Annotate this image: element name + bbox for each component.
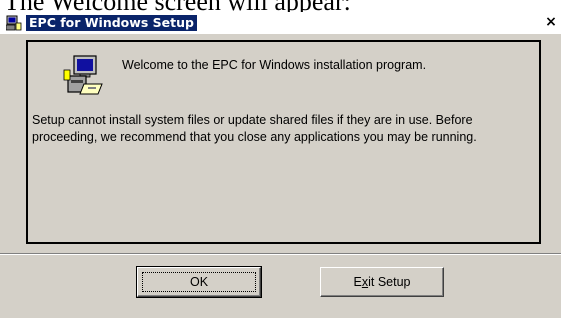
exit-setup-button[interactable]: Exit Setup (320, 267, 444, 297)
close-icon[interactable]: × (543, 13, 559, 31)
separator (0, 253, 563, 255)
focus-rectangle (142, 272, 256, 292)
computer-setup-icon (6, 15, 22, 31)
setup-dialog: EPC for Windows Setup × Welcome to the E… (0, 12, 563, 318)
computer-disk-setup-icon (63, 55, 103, 95)
exit-setup-label: Exit Setup (353, 275, 411, 289)
title-bar[interactable]: EPC for Windows Setup × (0, 12, 563, 34)
ok-button[interactable]: OK (136, 266, 262, 298)
window-title: EPC for Windows Setup (26, 15, 197, 31)
welcome-panel: Welcome to the EPC for Windows installat… (26, 40, 541, 244)
welcome-text: Welcome to the EPC for Windows installat… (122, 58, 427, 72)
setup-message: Setup cannot install system files or upd… (32, 113, 477, 144)
